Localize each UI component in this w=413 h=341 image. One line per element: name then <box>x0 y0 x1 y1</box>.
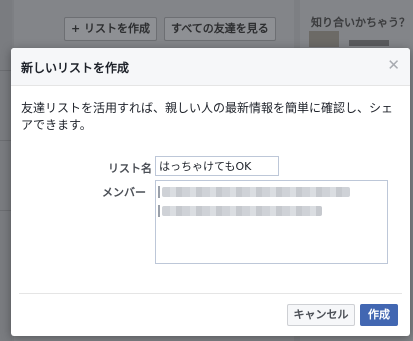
cancel-button[interactable]: キャンセル <box>287 304 355 326</box>
sidebar-title: 知り合いかちゃう？ <box>311 16 410 29</box>
member-token-marker <box>158 205 160 217</box>
create-button[interactable]: 作成 <box>360 304 398 326</box>
member-token-marker <box>158 186 160 198</box>
members-field[interactable] <box>155 180 388 264</box>
dialog-footer-divider <box>19 293 402 294</box>
dialog-header: 新しいリストを作成 ✕ <box>11 48 410 86</box>
add-list-button[interactable]: + リストを作成 <box>64 17 158 41</box>
avatar <box>309 31 339 47</box>
member-token <box>162 206 322 216</box>
members-label: メンバー <box>102 186 146 199</box>
dialog-title: 新しいリストを作成 <box>21 61 130 75</box>
close-icon[interactable]: ✕ <box>387 57 400 73</box>
list-name-label: リスト名 <box>108 162 152 175</box>
dialog-description: 友達リストを活用すれば、親しい人の最新情報を簡単に確認し、シェアできます。 <box>21 101 394 132</box>
create-list-dialog: 新しいリストを作成 ✕ 友達リストを活用すれば、親しい人の最新情報を簡単に確認し… <box>11 48 410 336</box>
member-token <box>162 187 350 197</box>
list-name-input[interactable] <box>155 156 279 176</box>
all-friends-button[interactable]: すべての友達を見る <box>164 17 276 41</box>
sidebar-name-text <box>349 40 389 46</box>
